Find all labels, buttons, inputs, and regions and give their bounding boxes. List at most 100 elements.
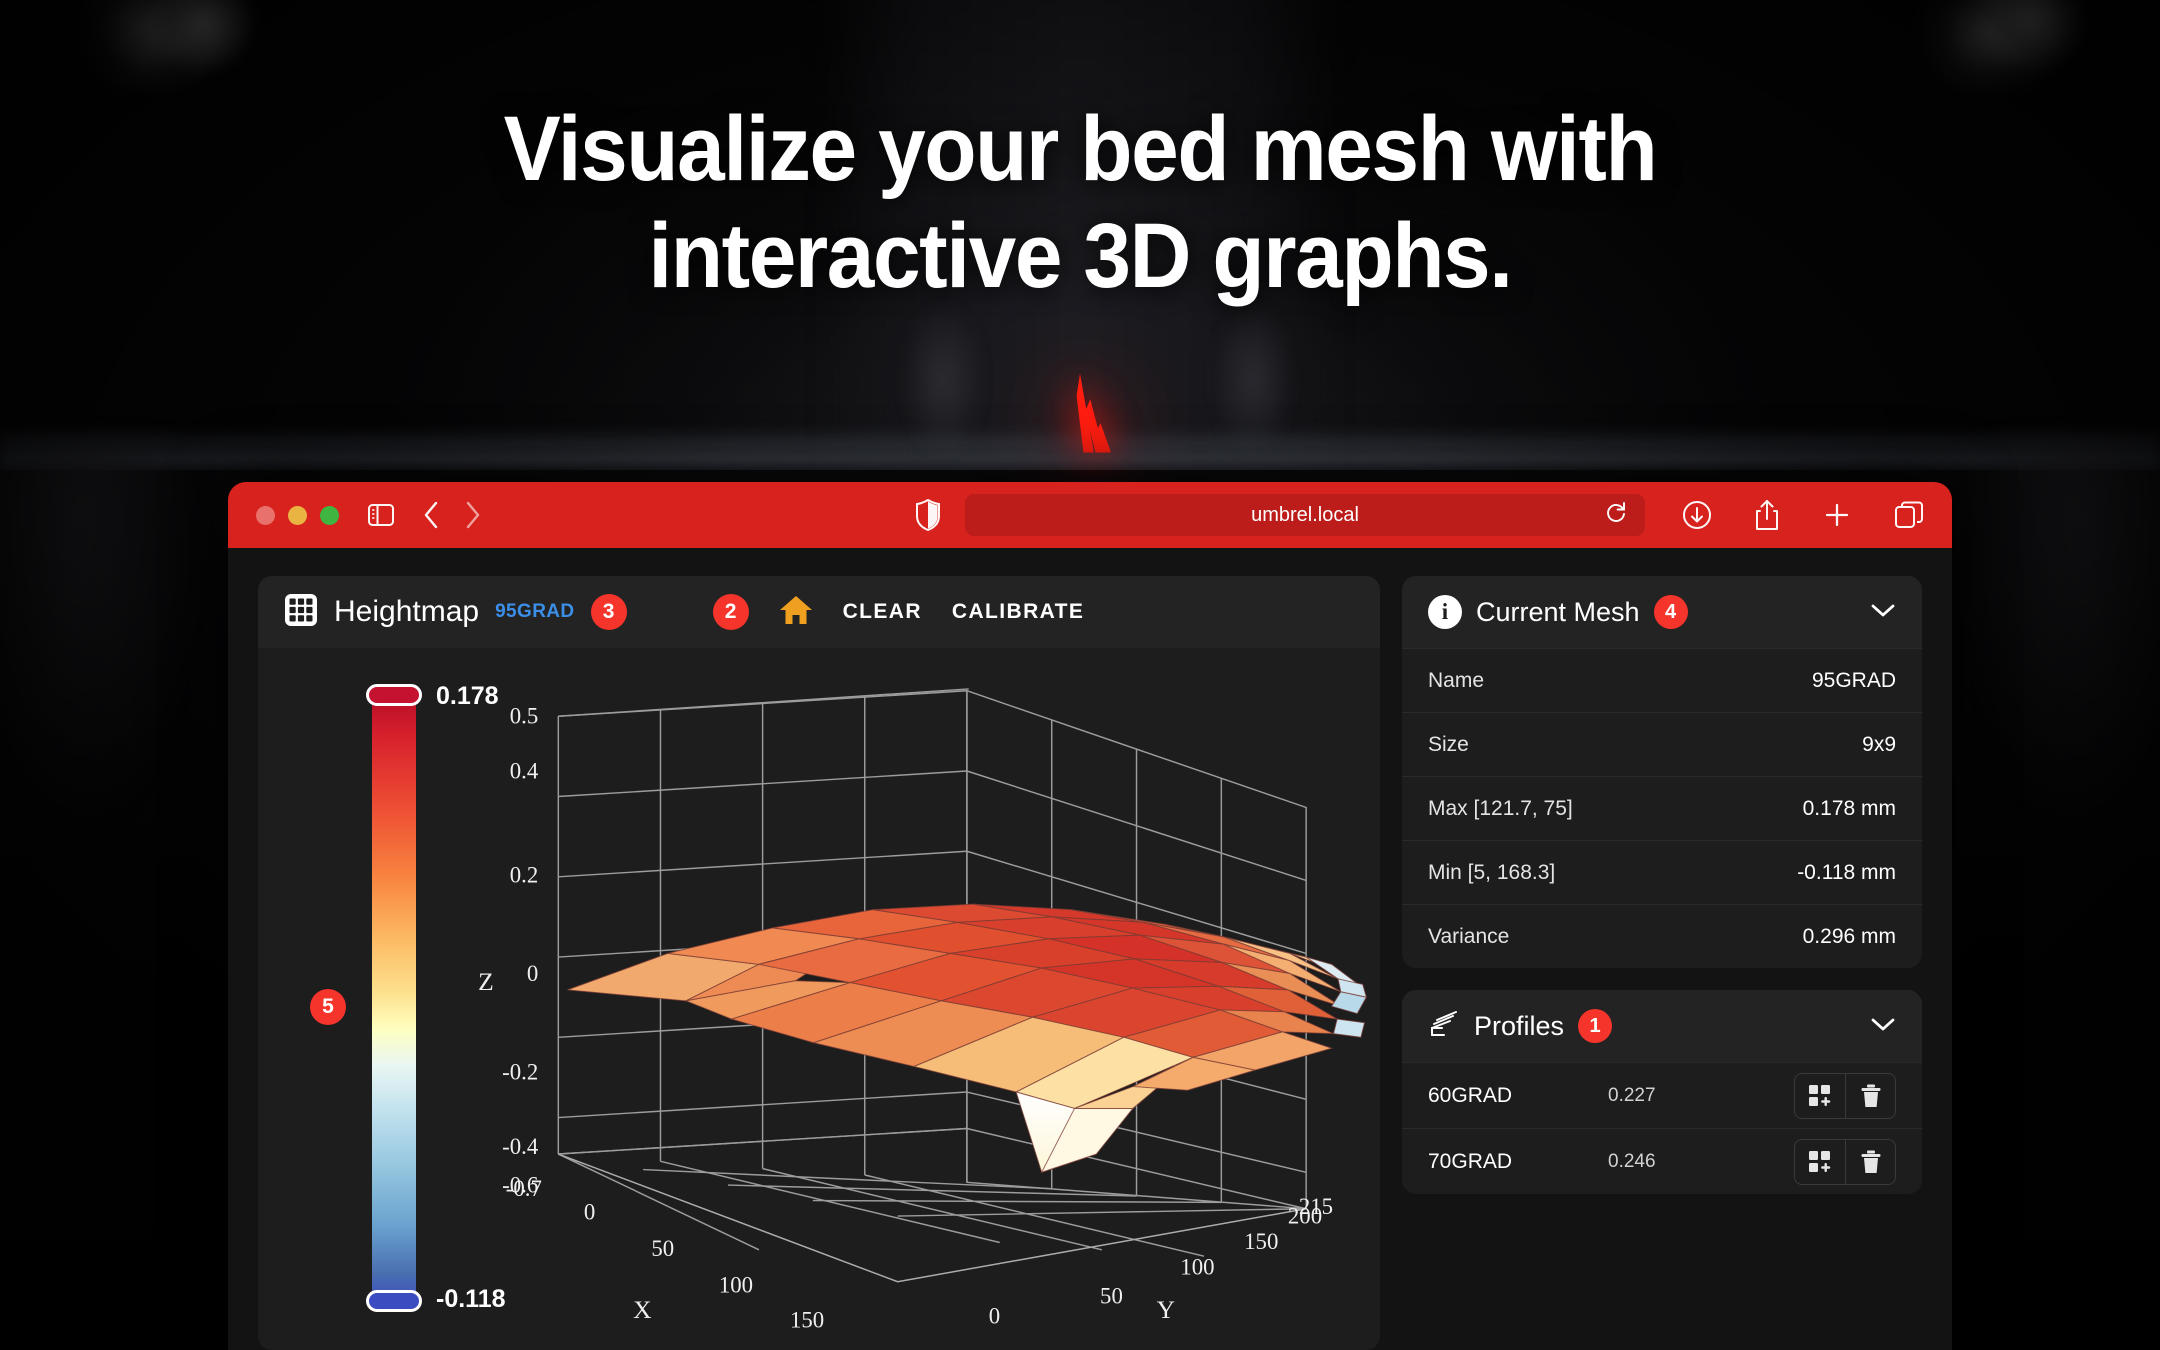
grid-icon xyxy=(284,593,318,632)
heightmap-mesh-tag: 95GRAD xyxy=(495,601,575,622)
svg-text:50: 50 xyxy=(651,1236,674,1261)
profiles-header[interactable]: Profiles 1 xyxy=(1402,990,1922,1062)
tab-overview-icon[interactable] xyxy=(1894,500,1924,530)
svg-text:0.5: 0.5 xyxy=(510,704,539,729)
annotation-badge-2: 2 xyxy=(712,594,749,630)
x-axis-label: X xyxy=(633,1295,651,1324)
surface-plot-svg[interactable]: 0.5 0.4 0.2 0 -0.2 -0.4 -0.6 -0.7 Z 0 50… xyxy=(458,648,1370,1350)
heightmap-title-group: Heightmap 95GRAD 3 xyxy=(284,593,627,632)
shield-privacy-icon[interactable] xyxy=(916,499,940,531)
heightmap-plot-area: 0.178 -0.118 5 0.5 0.4 0.2 0 -0.2 -0.4 -… xyxy=(258,648,1380,1350)
current-mesh-title: Current Mesh xyxy=(1476,596,1640,627)
headline-line-2: interactive 3D graphs. xyxy=(648,204,1513,307)
heightmap-header: Heightmap 95GRAD 3 2 CLEAR CALIBRATE xyxy=(258,576,1380,648)
app-page: Heightmap 95GRAD 3 2 CLEAR CALIBRATE 0.1… xyxy=(228,548,1952,1350)
profile-actions xyxy=(1794,1072,1896,1119)
download-icon[interactable] xyxy=(1682,500,1712,530)
close-button[interactable] xyxy=(256,505,275,525)
row-key: Variance xyxy=(1428,924,1510,948)
browser-window: umbrel.local Heightmap 95GRAD 3 2 CLEAR … xyxy=(228,482,1952,1350)
address-bar[interactable]: umbrel.local xyxy=(965,494,1645,536)
heightmap-title: Heightmap xyxy=(334,595,480,628)
home-icon[interactable] xyxy=(779,594,813,631)
url-text: umbrel.local xyxy=(1251,503,1359,526)
sidebar-icon[interactable] xyxy=(367,502,395,528)
profile-value: 0.246 xyxy=(1608,1150,1656,1172)
annotation-badge-4: 4 xyxy=(1653,595,1688,629)
current-mesh-header[interactable]: i Current Mesh 4 xyxy=(1402,576,1922,648)
layers-icon xyxy=(1428,1008,1460,1045)
chevron-down-icon[interactable] xyxy=(1870,1016,1896,1037)
svg-text:215: 215 xyxy=(1299,1194,1333,1219)
calibrate-button[interactable]: CALIBRATE xyxy=(952,600,1084,624)
svg-text:150: 150 xyxy=(1244,1229,1278,1254)
svg-text:-0.4: -0.4 xyxy=(502,1134,539,1159)
annotation-badge-5: 5 xyxy=(310,989,346,1025)
row-value: 0.296 mm xyxy=(1802,924,1896,948)
window-controls xyxy=(256,505,339,525)
annotation-badge-1: 1 xyxy=(1578,1009,1613,1043)
plus-icon[interactable] xyxy=(1822,500,1852,530)
svg-text:0: 0 xyxy=(527,961,538,986)
load-profile-icon[interactable] xyxy=(1795,1074,1845,1118)
row-key: Min [5, 168.3] xyxy=(1428,860,1556,884)
clear-button[interactable]: CLEAR xyxy=(843,600,922,624)
minimize-button[interactable] xyxy=(288,505,307,525)
info-icon: i xyxy=(1428,595,1462,629)
list-item[interactable]: 60GRAD 0.227 xyxy=(1402,1062,1922,1128)
row-value: 9x9 xyxy=(1862,732,1896,756)
chevron-down-icon[interactable] xyxy=(1870,602,1896,623)
row-key: Size xyxy=(1428,732,1469,756)
trash-icon[interactable] xyxy=(1845,1139,1895,1184)
svg-text:0.2: 0.2 xyxy=(510,862,539,887)
y-axis-label: Y xyxy=(1157,1295,1175,1324)
current-mesh-header-row: i Current Mesh 4 xyxy=(1428,595,1896,629)
x-axis-ticks: 0 50 100 150 xyxy=(584,1200,824,1333)
svg-text:-0.7: -0.7 xyxy=(506,1176,542,1201)
profiles-card: Profiles 1 60GRAD 0.227 70GRAD 0.246 xyxy=(1402,990,1922,1194)
reload-icon[interactable] xyxy=(1605,500,1627,530)
headline-line-1: Visualize your bed mesh with xyxy=(503,98,1658,200)
mesh-surface xyxy=(567,903,1368,1174)
browser-toolbar: umbrel.local xyxy=(228,482,1952,548)
surface-plot-3d[interactable]: 0.5 0.4 0.2 0 -0.2 -0.4 -0.6 -0.7 Z 0 50… xyxy=(458,648,1370,1350)
svg-text:50: 50 xyxy=(1100,1284,1123,1309)
svg-text:100: 100 xyxy=(719,1273,753,1298)
row-value: 0.178 mm xyxy=(1802,796,1896,820)
svg-text:100: 100 xyxy=(1180,1254,1214,1279)
row-key: Max [121.7, 75] xyxy=(1428,796,1573,820)
table-row: Size 9x9 xyxy=(1402,712,1922,776)
zoom-button[interactable] xyxy=(320,505,339,525)
colorbar-min-handle[interactable] xyxy=(366,1290,422,1312)
list-item[interactable]: 70GRAD 0.246 xyxy=(1402,1128,1922,1194)
colorbar-max-handle[interactable] xyxy=(366,684,422,706)
right-sidebar: i Current Mesh 4 Name 95GRAD Size 9x9 Ma… xyxy=(1402,576,1922,1350)
load-profile-icon[interactable] xyxy=(1795,1140,1845,1184)
row-value: 95GRAD xyxy=(1811,668,1896,692)
svg-text:0: 0 xyxy=(989,1304,1000,1329)
colorbar-gradient[interactable] xyxy=(372,692,416,1304)
trash-icon[interactable] xyxy=(1845,1073,1895,1118)
table-row: Max [121.7, 75] 0.178 mm xyxy=(1402,776,1922,840)
profile-name: 70GRAD xyxy=(1428,1149,1513,1173)
toolbar-right-actions xyxy=(1682,499,1924,531)
brand-flame-logo xyxy=(1076,373,1111,453)
current-mesh-card: i Current Mesh 4 Name 95GRAD Size 9x9 Ma… xyxy=(1402,576,1922,968)
profile-name: 60GRAD xyxy=(1428,1083,1513,1107)
colorbar[interactable]: 0.178 -0.118 5 xyxy=(310,674,506,1340)
profile-actions xyxy=(1794,1138,1896,1185)
profiles-title: Profiles xyxy=(1474,1010,1565,1041)
chevron-right-icon[interactable] xyxy=(463,500,483,530)
row-key: Name xyxy=(1428,668,1485,692)
table-row: Name 95GRAD xyxy=(1402,648,1922,712)
chevron-left-icon[interactable] xyxy=(421,500,441,530)
share-icon[interactable] xyxy=(1754,499,1780,531)
heightmap-actions: 2 CLEAR CALIBRATE xyxy=(712,594,1085,631)
svg-text:0.4: 0.4 xyxy=(510,758,539,783)
table-row: Variance 0.296 mm xyxy=(1402,904,1922,968)
navigation-buttons xyxy=(421,500,483,530)
profiles-header-row: Profiles 1 xyxy=(1428,1008,1896,1045)
z-axis-label: Z xyxy=(478,967,494,996)
row-value: -0.118 mm xyxy=(1797,860,1896,884)
svg-text:-0.2: -0.2 xyxy=(502,1059,538,1084)
